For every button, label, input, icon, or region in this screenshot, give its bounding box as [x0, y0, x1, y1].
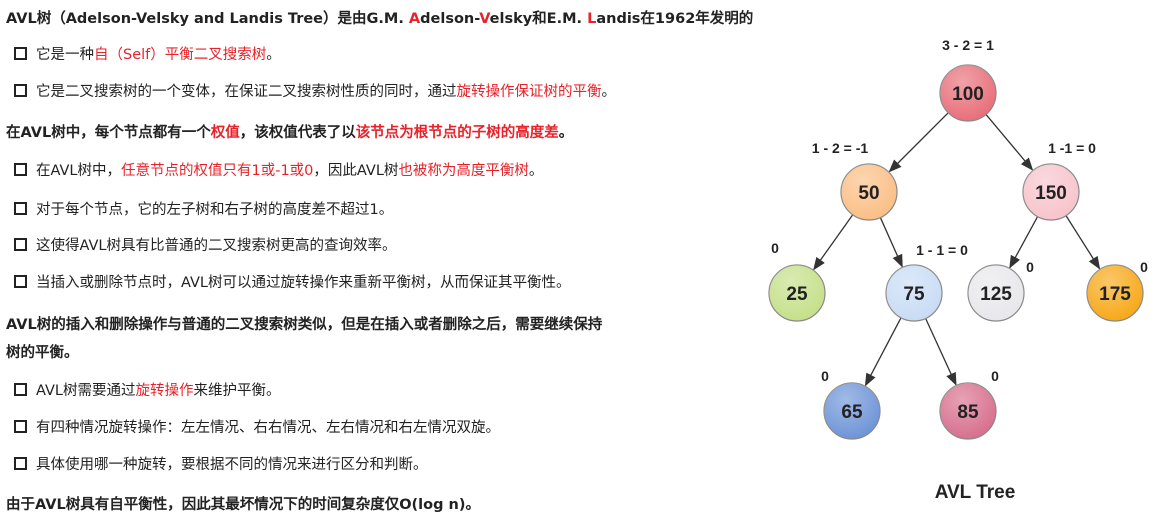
balance-factor-label: 0 — [1026, 259, 1034, 275]
balance-factor-label: 1 - 1 = 0 — [916, 242, 968, 258]
node-value: 175 — [1099, 284, 1131, 305]
tree-edge-arrow — [864, 317, 902, 387]
node-value: 100 — [952, 84, 984, 105]
node-value: 50 — [858, 183, 879, 204]
node-value: 150 — [1035, 183, 1067, 204]
node-value: 25 — [786, 284, 808, 305]
node-value: 125 — [980, 284, 1012, 305]
balance-factor-label: 1 - 2 = -1 — [812, 140, 869, 156]
tree-edge-arrow — [879, 217, 903, 268]
tree-edge-arrow — [1065, 215, 1101, 270]
node-value: 85 — [957, 402, 979, 423]
balance-factor-label: 0 — [821, 368, 829, 384]
balance-factor-label: 0 — [991, 368, 999, 384]
tree-edge-arrow — [925, 318, 957, 386]
node-value: 65 — [841, 402, 863, 423]
balance-factor-label: 1 -1 = 0 — [1048, 140, 1096, 156]
tree-edge-arrow — [985, 114, 1034, 171]
avl-tree-diagram: AVL Tree 100 3 - 2 = 1 50 1 - 2 = -1 150 1 -1… — [768, 37, 1148, 503]
diagram-title: AVL Tree — [935, 482, 1016, 503]
tree-edge-arrow — [888, 112, 949, 173]
balance-factor-label: 3 - 2 = 1 — [942, 37, 994, 53]
tree-edge-arrow — [813, 214, 854, 271]
balance-factor-label: 0 — [1140, 259, 1148, 275]
balance-factor-label: 0 — [771, 240, 779, 256]
node-value: 75 — [903, 284, 925, 305]
